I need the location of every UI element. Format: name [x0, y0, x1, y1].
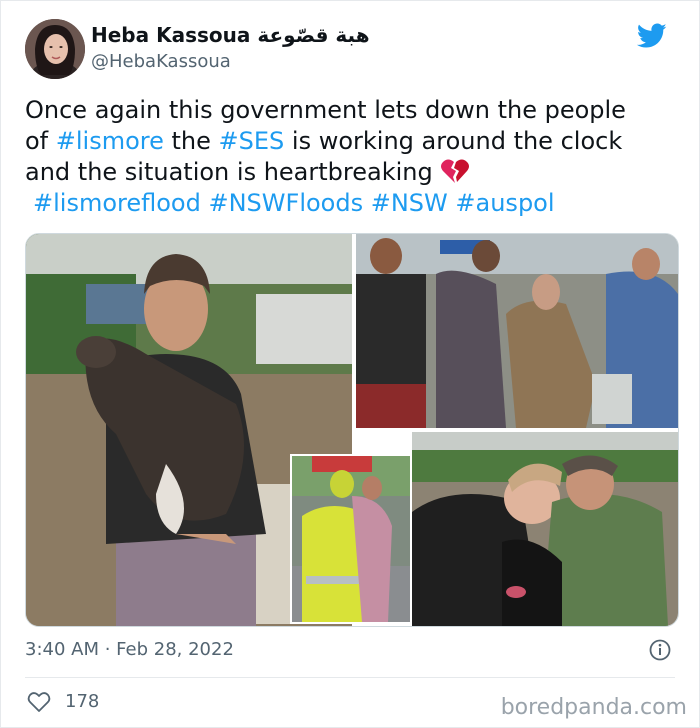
- author-handle[interactable]: @HebaKassoua: [91, 51, 231, 72]
- tweet-line-3: and the situation is heartbreaking: [25, 157, 685, 188]
- author-display-name[interactable]: Heba Kassoua هبة قصّوعة: [91, 23, 370, 47]
- tweet-line-2: of #lismore the #SES is working around t…: [25, 127, 623, 155]
- hashtag-lismoreflood[interactable]: #lismoreflood: [33, 189, 201, 217]
- hashtag-ses[interactable]: #SES: [219, 127, 285, 155]
- divider: [25, 677, 675, 678]
- broken-heart-icon: [441, 159, 470, 183]
- like-count: 178: [65, 691, 100, 712]
- photo-elderly-rescue[interactable]: [356, 234, 678, 428]
- tweet-card: Heba Kassoua هبة قصّوعة @HebaKassoua Onc…: [0, 0, 700, 728]
- photo-women-hugging-dog[interactable]: [412, 432, 678, 626]
- avatar[interactable]: [25, 19, 85, 79]
- twitter-bird-icon[interactable]: [637, 23, 667, 49]
- tweet-text: Once again this government lets down the…: [25, 95, 685, 219]
- hashtag-nswfloods[interactable]: #NSWFloods: [208, 189, 363, 217]
- hashtag-lismore[interactable]: #lismore: [56, 127, 164, 155]
- photo-ses-worker-hug[interactable]: [290, 454, 412, 624]
- hashtag-auspol[interactable]: #auspol: [455, 189, 554, 217]
- tweet-timestamp[interactable]: 3:40 AM · Feb 28, 2022: [25, 639, 234, 660]
- like-heart-icon[interactable]: [27, 691, 51, 713]
- media-collage[interactable]: [25, 233, 679, 627]
- watermark: boredpanda.com: [500, 695, 687, 720]
- info-icon[interactable]: [649, 639, 671, 661]
- hashtag-line: #lismoreflood #NSWFloods #NSW #auspol: [25, 188, 685, 219]
- hashtag-nsw[interactable]: #NSW: [371, 189, 448, 217]
- tweet-line-1: Once again this government lets down the…: [25, 96, 626, 124]
